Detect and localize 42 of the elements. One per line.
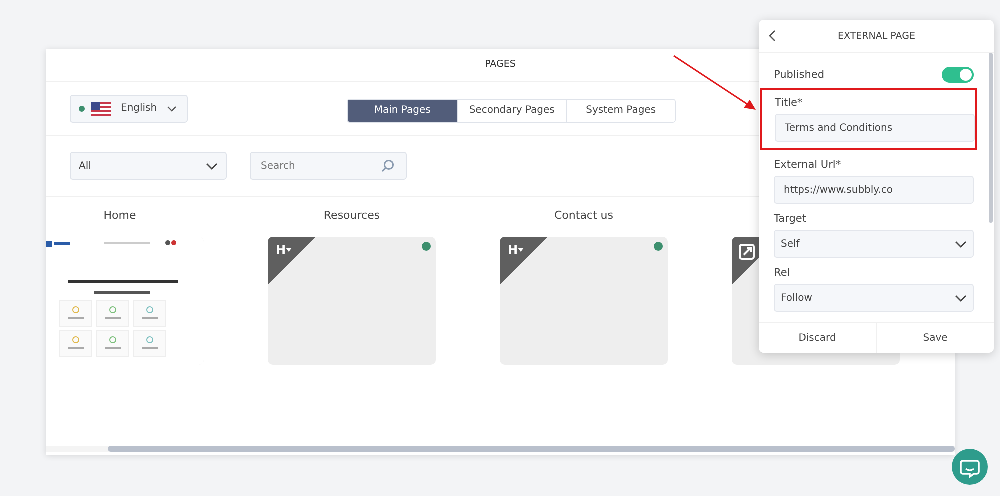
heading-label: H <box>508 243 518 257</box>
field-label: Published <box>774 68 825 83</box>
panel-title: EXTERNAL PAGE <box>838 30 916 42</box>
caret-icon <box>518 248 524 252</box>
chevron-down-icon <box>955 240 967 248</box>
panel-button[interactable]: Save <box>876 323 994 353</box>
page-card[interactable]: H <box>500 237 668 365</box>
chevron-down-icon <box>167 106 178 112</box>
search-icon <box>381 159 395 173</box>
caret-icon <box>286 248 292 252</box>
window-title: PAGES <box>485 58 516 72</box>
field-label: Rel <box>774 266 792 281</box>
status-dot <box>79 106 85 112</box>
page-title: Resources <box>324 209 380 224</box>
language-select[interactable]: English <box>70 94 188 122</box>
flag-icon <box>91 102 111 116</box>
filter-select[interactable]: All <box>70 152 227 180</box>
back-icon[interactable] <box>768 30 776 42</box>
field-label: External Url* <box>774 158 842 173</box>
field-label: Title* <box>775 96 804 111</box>
select-field[interactable]: Self <box>774 230 974 258</box>
chevron-down-icon <box>955 294 967 302</box>
horizontal-scrollbar[interactable] <box>46 446 955 452</box>
published-toggle[interactable] <box>942 67 974 83</box>
field-label: Target <box>774 212 808 227</box>
search-field[interactable]: Search <box>250 152 407 180</box>
select-field[interactable]: Follow <box>774 284 974 312</box>
page-tab[interactable]: Main Pages <box>348 100 458 122</box>
page-title: Home <box>104 209 136 224</box>
page-title: Contact us <box>554 209 614 224</box>
corner-ribbon <box>500 237 548 285</box>
chevron-down-icon <box>206 162 218 170</box>
input-field[interactable]: https://www.subbly.co <box>774 176 974 204</box>
page-tab[interactable]: System Pages <box>566 100 676 122</box>
corner-ribbon <box>268 237 316 285</box>
page-card[interactable]: H <box>268 237 436 365</box>
corner-ribbon <box>732 237 759 285</box>
heading-label: H <box>276 243 286 257</box>
panel-button[interactable]: Discard <box>759 323 876 353</box>
input-field[interactable]: Terms and Conditions <box>775 114 975 142</box>
external-link-icon <box>739 244 755 260</box>
chat-icon[interactable] <box>952 449 988 485</box>
